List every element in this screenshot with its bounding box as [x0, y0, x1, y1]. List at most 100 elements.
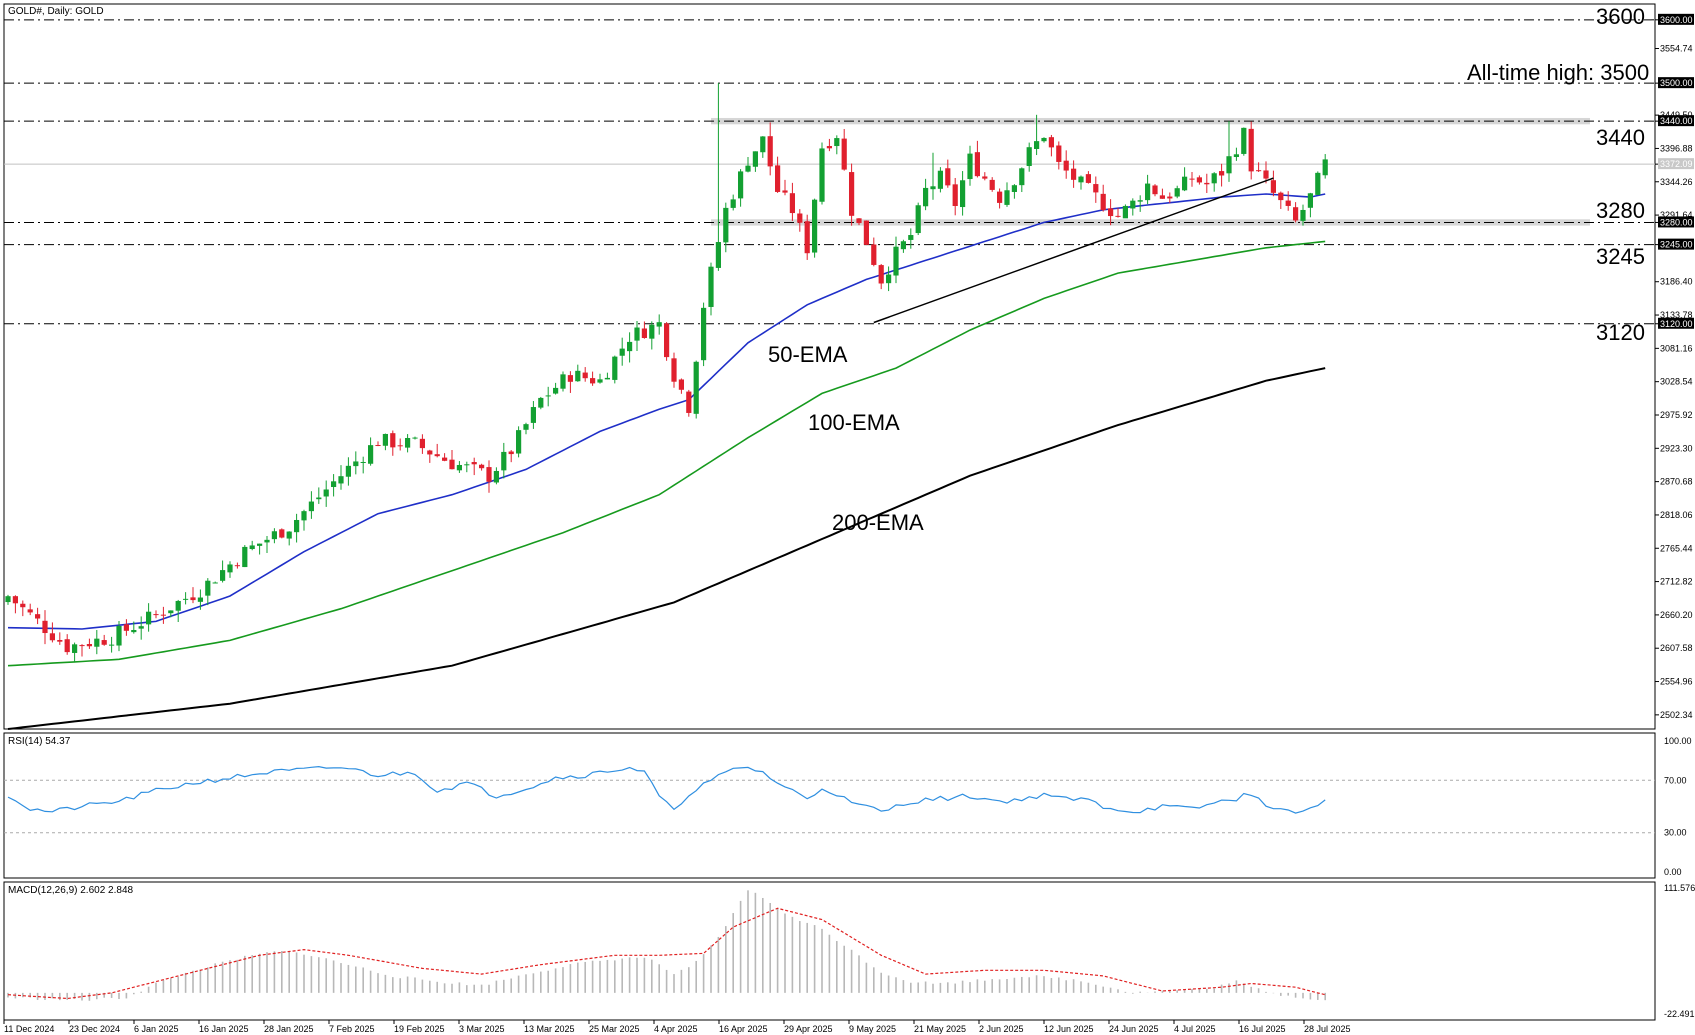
candle-body [701, 307, 707, 361]
price-tick-label: 3344.26 [1660, 177, 1693, 187]
candle [693, 360, 699, 419]
candle-body [508, 451, 514, 455]
price-tick-label: 2818.06 [1660, 510, 1693, 520]
rsi-axis: 100.00 70.00 30.00 0.00 [1664, 736, 1692, 877]
date-tick-label: 28 Jan 2025 [264, 1024, 314, 1034]
candle-body [264, 539, 270, 543]
candle-body [693, 361, 699, 414]
candle-body [678, 379, 684, 390]
date-tick-label: 21 May 2025 [914, 1024, 966, 1034]
price-tick-label: 3500.00 [1660, 78, 1693, 88]
candle-body [982, 176, 988, 179]
candle-body [878, 265, 884, 284]
candle-body [1189, 178, 1195, 180]
candle-body [1108, 208, 1114, 217]
candle-body [434, 454, 440, 457]
macd-axis: 111.576 -22.491 [1664, 883, 1695, 1019]
candle-body [190, 597, 196, 601]
candle-body [553, 387, 559, 394]
candle-body [1159, 195, 1165, 199]
candle-body [116, 626, 122, 646]
candle-body [1056, 145, 1062, 162]
candle-body [94, 638, 100, 647]
candle-body [760, 136, 766, 153]
price-tick-label: 3372.09 [1660, 159, 1693, 169]
candle-body [86, 644, 92, 647]
candle-body [249, 545, 255, 550]
candle-body [471, 462, 477, 465]
ema50-label: 50-EMA [768, 342, 848, 367]
price-tick-label: 3081.16 [1660, 343, 1693, 353]
candle-body [967, 153, 973, 180]
candle-body [812, 199, 818, 253]
candle-body [952, 184, 958, 207]
candle-body [146, 611, 152, 625]
candle [516, 426, 522, 458]
candle-body [923, 187, 929, 207]
price-tick-label: 3186.40 [1660, 277, 1693, 287]
date-tick-label: 16 Jan 2025 [199, 1024, 249, 1034]
candle-body [1048, 137, 1054, 148]
candle-body [42, 620, 48, 634]
date-tick-label: 28 Jul 2025 [1304, 1024, 1351, 1034]
candle-body [57, 640, 63, 642]
level-label-3600: 3600 [1596, 4, 1645, 29]
candle-body [730, 199, 736, 208]
candle-body [1241, 127, 1247, 154]
candle-body [131, 629, 137, 633]
candle-body [375, 445, 381, 447]
candle-body [641, 328, 647, 339]
candle-body [353, 461, 359, 467]
candle-body [960, 180, 966, 208]
candle-body [597, 379, 603, 383]
price-tick-label: 3280.00 [1660, 217, 1693, 227]
candle [538, 396, 544, 410]
candle-body [937, 170, 943, 189]
candle-body [234, 565, 240, 567]
price-tick-label: 3120.00 [1660, 319, 1693, 329]
candle-body [101, 640, 107, 645]
candle-body [20, 603, 26, 608]
price-tick-label: 2554.96 [1660, 677, 1693, 687]
candle-body [405, 437, 411, 448]
candle-body [183, 598, 189, 600]
rsi-tick-label: 30.00 [1664, 828, 1687, 838]
candle-body [1100, 193, 1106, 211]
candle [915, 202, 921, 236]
candle-body [442, 457, 448, 461]
candle-body [331, 481, 337, 488]
candle-body [1300, 209, 1306, 221]
date-tick-label: 24 Jun 2025 [1109, 1024, 1159, 1034]
candle [1241, 127, 1247, 156]
candle-body [649, 324, 655, 339]
ema100-label: 100-EMA [808, 410, 900, 435]
candle-body [35, 614, 41, 619]
candle-body [197, 597, 203, 602]
candle-body [175, 600, 181, 611]
candle-body [797, 213, 803, 223]
candle-body [464, 464, 470, 466]
candle-body [945, 168, 951, 186]
candle-body [419, 438, 425, 449]
candle-body [974, 152, 980, 177]
candle-body [900, 241, 906, 250]
candle [863, 220, 869, 246]
candle-body [715, 242, 721, 268]
rsi-tick-label: 0.00 [1664, 867, 1682, 877]
candle-body [826, 146, 832, 149]
candle-body [109, 644, 115, 646]
level-label-3280: 3280 [1596, 198, 1645, 223]
candle-body [1152, 185, 1158, 195]
candle-body [523, 424, 529, 430]
candle-body [775, 165, 781, 192]
candle-body [1034, 141, 1040, 149]
candle-body [604, 377, 610, 380]
rsi-panel [3, 732, 1656, 879]
level-label-3245: 3245 [1596, 244, 1645, 269]
candle-body [308, 501, 314, 512]
candle-body [1122, 205, 1128, 219]
candle-body [1248, 128, 1254, 172]
candle [937, 167, 943, 193]
price-tick-label: 2870.68 [1660, 477, 1693, 487]
candle-body [893, 246, 899, 276]
